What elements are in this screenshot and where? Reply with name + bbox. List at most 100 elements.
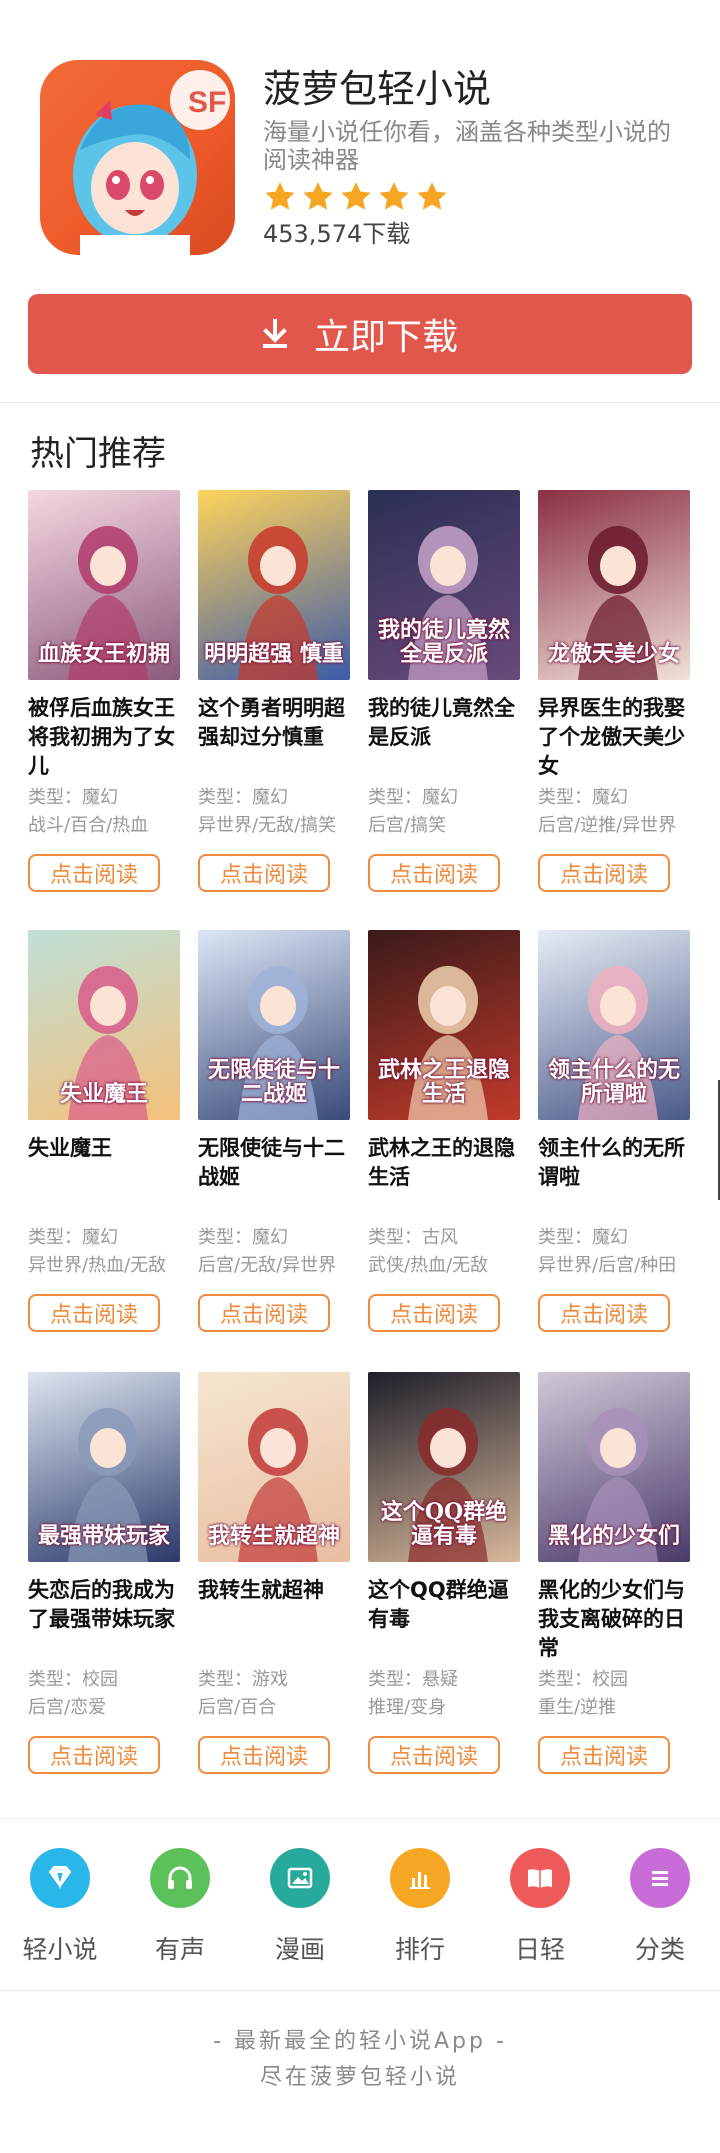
book-card[interactable]: 最强带妹玩家 失恋后的我成为了最强带妹玩家 类型：校园 后宫/恋爱 点击阅读	[28, 1372, 188, 1774]
book-cover[interactable]: 领主什么的无所谓啦	[538, 930, 690, 1120]
book-title[interactable]: 领主什么的无所谓啦	[538, 1134, 698, 1220]
nav-label: 日轻	[514, 1935, 565, 1964]
read-button[interactable]: 点击阅读	[198, 1736, 330, 1774]
book-title[interactable]: 这个QQ群绝逼有毒	[368, 1576, 528, 1662]
book-card[interactable]: 黑化的少女们 黑化的少女们与我支离破碎的日常 类型：校园 重生/逆推 点击阅读	[538, 1372, 698, 1774]
book-card[interactable]: 武林之王退隐生活 武林之王的退隐生活 类型：古风 武侠/热血/无敌 点击阅读	[368, 930, 528, 1332]
book-tags: 推理/变身	[368, 1697, 447, 1718]
book-title[interactable]: 异界医生的我娶了个龙傲天美少女	[538, 694, 698, 780]
star-icon	[341, 182, 371, 210]
nav-circle[interactable]	[510, 1848, 570, 1908]
book-cover[interactable]: 龙傲天美少女	[538, 490, 690, 680]
book-card[interactable]: 我的徒儿竟然全是反派 我的徒儿竟然全是反派 类型：魔幻 后宫/搞笑 点击阅读	[368, 490, 528, 892]
footer-tagline: - 最新最全的轻小说App -	[213, 2029, 507, 2054]
book-card[interactable]: 失业魔王 失业魔王 类型：魔幻 异世界/热血/无敌 点击阅读	[28, 930, 188, 1332]
app-header: SF 菠萝包轻小说 海量小说任你看，涵盖各种类型小说的阅读神器 453,574下…	[0, 0, 720, 400]
nav-item[interactable]: 日轻	[490, 1848, 590, 1966]
book-card[interactable]: 无限使徒与十二战姬 无限使徒与十二战姬 类型：魔幻 后宫/无敌/异世界 点击阅读	[198, 930, 358, 1332]
app-description: 海量小说任你看，涵盖各种类型小说的阅读神器	[263, 118, 671, 174]
book-card[interactable]: 领主什么的无所谓啦 领主什么的无所谓啦 类型：魔幻 异世界/后宫/种田 点击阅读	[538, 930, 698, 1332]
book-title[interactable]: 被俘后血族女王将我初拥为了女儿	[28, 694, 188, 780]
book-cover[interactable]: 血族女王初拥	[28, 490, 180, 680]
book-title[interactable]: 我转生就超神	[198, 1576, 358, 1662]
image-icon	[287, 1867, 313, 1889]
app-icon-artwork: SF	[73, 70, 230, 255]
footer-subline: 尽在菠萝包轻小说	[259, 2065, 460, 2090]
nav-circle[interactable]	[150, 1848, 210, 1908]
nav-circle[interactable]	[630, 1848, 690, 1908]
nav-circle[interactable]	[390, 1848, 450, 1908]
read-button[interactable]: 点击阅读	[198, 854, 330, 892]
book-cover[interactable]: 我转生就超神	[198, 1372, 350, 1562]
read-button[interactable]: 点击阅读	[198, 1294, 330, 1332]
book-cover-title: 血族女王初拥	[37, 641, 170, 667]
book-title[interactable]: 这个勇者明明超强却过分慎重	[198, 694, 358, 780]
book-cover[interactable]: 这个QQ群绝逼有毒	[368, 1372, 520, 1562]
book-cover[interactable]: 黑化的少女们	[538, 1372, 690, 1562]
read-button[interactable]: 点击阅读	[538, 854, 670, 892]
star-icon	[303, 182, 333, 210]
book-type: 类型：魔幻	[28, 1227, 118, 1248]
nav-item[interactable]: 轻小说	[10, 1848, 110, 1966]
book-type: 类型：古风	[368, 1227, 458, 1248]
book-title[interactable]: 我的徒儿竟然全是反派	[368, 694, 528, 780]
book-title[interactable]: 无限使徒与十二战姬	[198, 1134, 358, 1220]
book-cover-title: 武林之王退隐生活	[377, 1057, 510, 1107]
book-card[interactable]: 血族女王初拥 被俘后血族女王将我初拥为了女儿 类型：魔幻 战斗/百合/热血 点击阅读	[28, 490, 188, 892]
book-title[interactable]: 失恋后的我成为了最强带妹玩家	[28, 1576, 188, 1662]
nav-divider-top	[0, 1818, 720, 1819]
nav-circle[interactable]	[30, 1848, 90, 1908]
book-tags: 战斗/百合/热血	[28, 815, 149, 836]
book-card[interactable]: 我转生就超神 我转生就超神 类型：游戏 后宫/百合 点击阅读	[198, 1372, 358, 1774]
rating-stars	[263, 180, 449, 214]
book-card[interactable]: 龙傲天美少女 异界医生的我娶了个龙傲天美少女 类型：魔幻 后宫/逆推/异世界 点击阅读	[538, 490, 698, 892]
book-card[interactable]: 这个QQ群绝逼有毒 这个QQ群绝逼有毒 类型：悬疑 推理/变身 点击阅读	[368, 1372, 528, 1774]
read-button[interactable]: 点击阅读	[538, 1294, 670, 1332]
book-card[interactable]: 明明超强 慎重 这个勇者明明超强却过分慎重 类型：魔幻 异世界/无敌/搞笑 点击阅读	[198, 490, 358, 892]
book-tags: 后宫/恋爱	[28, 1697, 107, 1718]
read-button[interactable]: 点击阅读	[538, 1736, 670, 1774]
nav-label: 有声	[154, 1935, 205, 1964]
book-title[interactable]: 武林之王的退隐生活	[368, 1134, 528, 1220]
book-cover[interactable]: 最强带妹玩家	[28, 1372, 180, 1562]
read-button[interactable]: 点击阅读	[368, 1736, 500, 1774]
book-cover-title: 领主什么的无所谓啦	[547, 1057, 680, 1107]
book-cover[interactable]: 失业魔王	[28, 930, 180, 1120]
book-tags: 后宫/逆推/异世界	[538, 815, 677, 836]
read-button[interactable]: 点击阅读	[28, 854, 160, 892]
nav-item[interactable]: 有声	[130, 1848, 230, 1966]
section-title: 热门推荐	[30, 434, 166, 474]
read-button[interactable]: 点击阅读	[28, 1294, 160, 1332]
footer-divider	[0, 1990, 720, 1991]
book-cover-title: 我转生就超神	[207, 1523, 340, 1549]
book-title[interactable]: 失业魔王	[28, 1134, 188, 1220]
book-cover[interactable]: 无限使徒与十二战姬	[198, 930, 350, 1120]
book-cover[interactable]: 明明超强 慎重	[198, 490, 350, 680]
book-type: 类型：魔幻	[368, 787, 458, 808]
book-cover-title: 无限使徒与十二战姬	[207, 1057, 340, 1107]
app-icon[interactable]: SF	[40, 60, 235, 255]
nav-circle[interactable]	[270, 1848, 330, 1908]
read-button[interactable]: 点击阅读	[368, 1294, 500, 1332]
book-type: 类型：魔幻	[538, 1227, 628, 1248]
book-cover-title: 明明超强 慎重	[204, 641, 344, 667]
star-icon	[265, 182, 295, 210]
book-cover[interactable]: 我的徒儿竟然全是反派	[368, 490, 520, 680]
book-cover-title: 黑化的少女们	[547, 1523, 680, 1549]
book-cover[interactable]: 武林之王退隐生活	[368, 930, 520, 1120]
book-cover-title: 这个QQ群绝逼有毒	[380, 1499, 508, 1549]
nav-item[interactable]: 漫画	[250, 1848, 350, 1966]
nav-item[interactable]: 排行	[370, 1848, 470, 1966]
nav-item[interactable]: 分类	[610, 1848, 710, 1966]
book-tags: 异世界/后宫/种田	[538, 1255, 677, 1276]
book-cover-title: 失业魔王	[59, 1081, 148, 1107]
header-divider	[0, 402, 720, 403]
book-type: 类型：悬疑	[368, 1669, 458, 1690]
book-cover-title: 龙傲天美少女	[547, 641, 680, 667]
download-button[interactable]: 立即下载	[28, 294, 692, 374]
nav-label: 排行	[394, 1935, 445, 1964]
read-button[interactable]: 点击阅读	[28, 1736, 160, 1774]
book-tags: 重生/逆推	[538, 1697, 617, 1718]
book-title[interactable]: 黑化的少女们与我支离破碎的日常	[538, 1576, 698, 1662]
read-button[interactable]: 点击阅读	[368, 854, 500, 892]
